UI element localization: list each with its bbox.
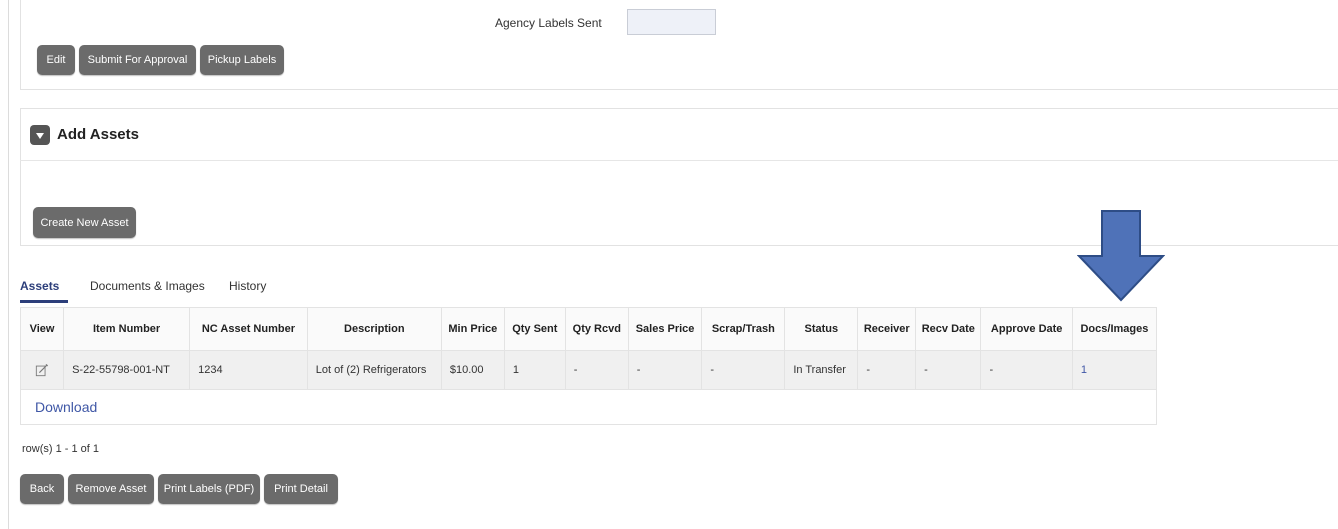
left-rule [8, 0, 9, 529]
download-row: Download [20, 390, 1157, 425]
assets-table: View Item Number NC Asset Number Descrip… [19, 307, 1158, 390]
edit-icon[interactable] [35, 363, 49, 377]
scrap-trash-cell: - [701, 350, 786, 390]
column-header-sales-price: Sales Price [627, 307, 703, 351]
description-cell: Lot of (2) Refrigerators [306, 350, 442, 390]
qty-sent-cell: 1 [503, 350, 566, 390]
item-number-cell: S-22-55798-001-NT [63, 350, 191, 390]
column-header-approve-date: Approve Date [980, 307, 1073, 351]
column-header-qty-sent: Qty Sent [503, 307, 566, 351]
min-price-cell: $10.00 [440, 350, 505, 390]
column-header-item-number: Item Number [63, 307, 191, 351]
qty-rcvd-cell: - [564, 350, 629, 390]
agency-labels-sent-label: Agency Labels Sent [495, 16, 602, 30]
submit-for-approval-button[interactable]: Submit For Approval [79, 45, 196, 75]
view-cell[interactable] [19, 350, 65, 390]
column-header-qty-rcvd: Qty Rcvd [564, 307, 629, 351]
sales-price-cell: - [627, 350, 703, 390]
column-header-nc-asset-number: NC Asset Number [189, 307, 308, 351]
add-assets-title: Add Assets [57, 126, 139, 143]
column-header-recv-date: Recv Date [915, 307, 982, 351]
column-header-receiver: Receiver [857, 307, 917, 351]
pickup-labels-button[interactable]: Pickup Labels [200, 45, 284, 75]
recv-date-cell: - [915, 350, 982, 390]
column-header-scrap-trash: Scrap/Trash [701, 307, 786, 351]
column-header-view: View [19, 307, 65, 351]
row-count: row(s) 1 - 1 of 1 [22, 443, 100, 455]
agency-labels-sent-field[interactable] [627, 9, 716, 35]
approve-date-cell: - [980, 350, 1073, 390]
column-header-min-price: Min Price [440, 307, 505, 351]
table-row: S-22-55798-001-NT 1234 Lot of (2) Refrig… [19, 350, 1158, 390]
edit-button[interactable]: Edit [37, 45, 75, 75]
collapse-toggle-icon[interactable] [30, 125, 50, 145]
down-arrow-icon [1077, 210, 1165, 302]
create-new-asset-button[interactable]: Create New Asset [33, 207, 136, 238]
tab-assets[interactable]: Assets [20, 279, 59, 293]
status-cell: In Transfer [784, 350, 859, 390]
column-header-description: Description [306, 307, 442, 351]
docs-images-link[interactable]: 1 [1071, 350, 1158, 390]
table-header-row: View Item Number NC Asset Number Descrip… [19, 307, 1158, 351]
divider [20, 160, 1338, 161]
download-link[interactable]: Download [35, 399, 97, 415]
column-header-status: Status [784, 307, 859, 351]
tab-history[interactable]: History [229, 279, 266, 293]
back-button[interactable]: Back [20, 474, 64, 504]
column-header-docs-images: Docs/Images [1071, 307, 1158, 351]
nc-asset-number-cell: 1234 [189, 350, 308, 390]
active-tab-indicator [20, 300, 68, 303]
tab-documents-images[interactable]: Documents & Images [90, 279, 205, 293]
print-labels-pdf-button[interactable]: Print Labels (PDF) [158, 474, 260, 504]
remove-asset-button[interactable]: Remove Asset [68, 474, 154, 504]
print-detail-button[interactable]: Print Detail [264, 474, 338, 504]
receiver-cell: - [857, 350, 917, 390]
